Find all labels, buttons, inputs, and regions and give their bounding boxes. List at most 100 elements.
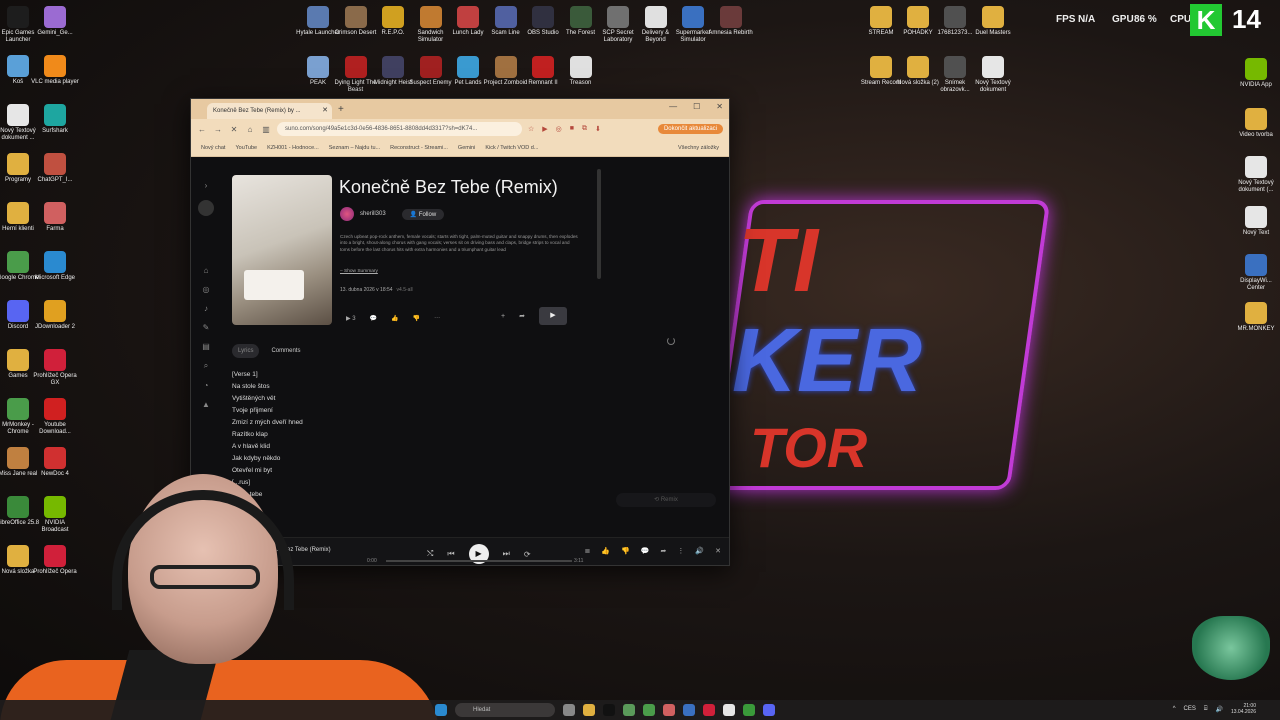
desktop-icon[interactable]: Nový Textový dokument (... [1232,156,1280,194]
new-tab-button[interactable]: + [338,104,344,115]
search-nav-icon[interactable]: ⌕ [204,361,208,371]
desktop-icon[interactable]: NVIDIA App [1232,58,1280,89]
network-icon[interactable]: ⌸ [1204,706,1208,713]
player-comment-icon[interactable]: 💬 [641,547,650,555]
suno-logo[interactable] [198,200,214,216]
desktop-icon[interactable]: Prohlížeč Opera GX [31,349,79,387]
desktop-icon[interactable]: Nový Text [1232,206,1280,237]
previous-icon[interactable]: ⏮ [447,549,454,559]
desktop-icon[interactable]: Nový Textový dokument [969,56,1017,94]
artist-avatar[interactable] [340,207,354,221]
like-icon[interactable]: 👍 [391,315,398,322]
more-options-icon[interactable]: ··· [434,315,440,322]
update-button[interactable]: Dokončit aktualizaci [657,124,723,134]
settings-taskbar-icon[interactable] [683,704,695,716]
desktop-icon[interactable]: Video tvorba [1232,108,1280,139]
desktop-icon[interactable]: ChatGPT_I... [31,153,79,184]
show-summary-link[interactable]: – Show Summary [340,269,378,274]
address-bar[interactable]: suno.com/song/49a5e1c3d-0e56-4836-8651-8… [277,122,522,136]
desktop-icon[interactable]: Youtube Download... [31,398,79,436]
add-to-playlist-icon[interactable]: + [501,313,505,320]
bookmark-item[interactable]: Nový chat [201,145,225,151]
play-song-button[interactable]: ▶ [538,307,567,325]
notifications-nav-icon[interactable]: ◔ [204,381,209,390]
task-view-icon[interactable] [563,704,575,716]
media-taskbar-icon[interactable] [743,704,755,716]
clock[interactable]: 21:00 13.04.2026 [1231,703,1256,715]
browser-titlebar[interactable]: Konečně Bez Tebe (Remix) by ... ✕ + — ☐ … [191,99,729,119]
explore-nav-icon[interactable]: ◎ [203,285,210,294]
bookmark-item[interactable]: KZH001 - Hodnoce... [267,145,319,151]
bookmark-item[interactable]: Reconstruct - Streami... [390,145,448,151]
next-icon[interactable]: ⏭ [503,549,510,559]
player-share-icon[interactable]: ➦ [661,547,667,555]
tab-comments[interactable]: Comments [265,344,306,358]
home-icon[interactable]: ⌂ [245,125,255,134]
bookmark-item[interactable]: Kick / Twitch VOD d... [485,145,538,151]
bookmark-item[interactable]: Gemini [458,145,475,151]
bookmark-item[interactable]: Seznam – Najdu tu... [329,145,380,151]
desktop-icon[interactable]: Microsoft Edge [31,251,79,282]
discord-taskbar-icon[interactable] [763,704,775,716]
artist-name[interactable]: sherill303 [360,211,386,217]
tab-lyrics[interactable]: Lyrics [232,344,260,358]
library-nav-icon[interactable]: ▤ [202,342,210,351]
bookmark-item[interactable]: YouTube [235,145,257,151]
expand-sidebar-icon[interactable]: › [205,181,208,190]
studio-nav-icon[interactable]: ✎ [203,323,210,332]
browser-tab[interactable]: Konečně Bez Tebe (Remix) by ... ✕ [207,103,332,119]
follow-button[interactable]: 👤 Follow [401,208,445,220]
player-dislike-icon[interactable]: 👎 [621,547,630,555]
dislike-icon[interactable]: 👎 [413,315,420,322]
extensions-icon[interactable]: ⧉ [582,125,587,133]
desktop-icon[interactable]: VLC media player [31,55,79,86]
desktop-icon[interactable]: Amnesia Rebirth [707,6,755,37]
language-indicator[interactable]: CES [1184,706,1196,712]
sound-icon[interactable]: 🔊 [1215,706,1222,713]
chrome-taskbar-icon[interactable] [643,704,655,716]
minimize-icon[interactable]: — [669,102,677,111]
desktop-icon[interactable]: Treason [557,56,605,87]
desktop-icon[interactable]: DisplayWi... Center [1232,254,1280,292]
taskbar-search[interactable]: Hledat [455,703,555,717]
close-window-icon[interactable]: ✕ [716,102,723,111]
more-nav-icon[interactable]: ▲ [202,400,210,409]
sidebar-toggle-icon[interactable]: ▥ [261,125,271,134]
close-tab-icon[interactable]: ✕ [322,103,328,119]
tray-chevron-icon[interactable]: ^ [1173,706,1176,712]
desktop-icon[interactable]: Gemini_Ge... [31,6,79,37]
remix-button[interactable]: ⟲ Remix [616,493,716,507]
repeat-icon[interactable]: ⟳ [524,550,531,559]
desktop-icon[interactable]: Farma [31,202,79,233]
start-button[interactable] [435,704,447,716]
desktop-icon[interactable]: MR.MONKEY [1232,302,1280,333]
file-explorer-icon[interactable] [583,704,595,716]
extension-icon-2[interactable]: ◎ [556,125,562,133]
maximize-icon[interactable]: ☐ [693,102,700,111]
back-icon[interactable]: ← [197,125,207,134]
forward-icon[interactable]: → [213,125,223,134]
tiktok-icon[interactable] [603,704,615,716]
comment-icon[interactable]: 💬 [370,315,377,322]
desktop-icon[interactable]: Surfshark [31,104,79,135]
player-like-icon[interactable]: 👍 [601,547,610,555]
xbox-icon[interactable] [623,704,635,716]
page-scrollbar[interactable] [597,169,601,279]
reload-icon[interactable]: ✕ [229,125,239,134]
desktop-icon[interactable]: Duel Masters [969,6,1017,37]
app-taskbar-icon[interactable] [663,704,675,716]
create-nav-icon[interactable]: ♪ [204,304,208,313]
player-more-icon[interactable]: ⋮ [677,547,684,555]
downloads-icon[interactable]: ⬇ [595,125,601,133]
close-player-icon[interactable]: ✕ [715,547,721,555]
all-bookmarks[interactable]: Všechny záložky [678,145,719,151]
bookmark-star-icon[interactable]: ☆ [528,125,534,133]
share-icon[interactable]: ➦ [519,312,525,320]
opera-taskbar-icon[interactable] [703,704,715,716]
desktop-icon[interactable]: JDownloader 2 [31,300,79,331]
extension-icon-1[interactable]: ▶ [542,125,547,133]
extension-icon-3[interactable]: ■ [570,125,574,133]
home-nav-icon[interactable]: ⌂ [204,266,209,275]
notepad-taskbar-icon[interactable] [723,704,735,716]
volume-icon[interactable]: 🔊 [695,547,704,555]
